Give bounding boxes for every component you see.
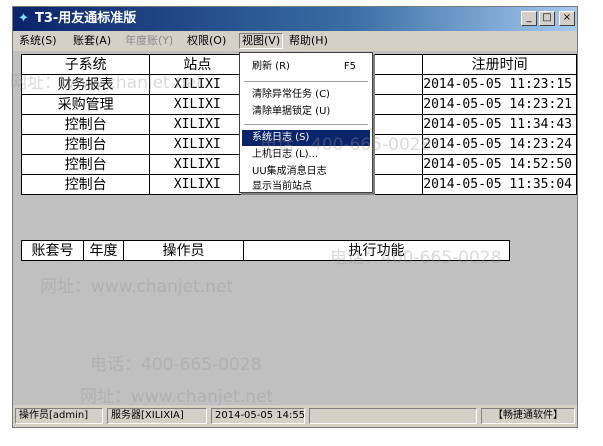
cell-subsystem: 控制台 [20, 114, 151, 135]
column-header-function[interactable]: 执行功能 [243, 240, 510, 261]
menu-item-clear-document-locks[interactable]: 清除单据锁定 (U) [242, 104, 370, 120]
cell-subsystem: 财务报表 [20, 74, 151, 95]
status-brand: 【畅捷通软件】 [481, 408, 575, 424]
cell-site: XILIXI [149, 154, 246, 175]
cell-register-time: 2014-05-05 14:52:50 [422, 154, 577, 175]
menu-item-label: UU集成消息日志 [252, 166, 327, 177]
column-header-register-time[interactable]: 注册时间 [422, 54, 577, 75]
maximize-button[interactable]: □ [539, 11, 555, 26]
status-operator: 操作员[admin] [15, 408, 103, 424]
view-menu-dropdown: 刷新 (R) F5 清除异常任务 (C) 清除单据锁定 (U) 系统日志 (S)… [239, 52, 373, 193]
cell-subsystem: 采购管理 [20, 94, 151, 115]
column-header-subsystem[interactable]: 子系统 [20, 54, 151, 75]
menu-item-shortcut: F5 [343, 61, 356, 72]
menu-item-label: 清除单据锁定 (U) [252, 106, 331, 117]
menu-item-system-log[interactable]: 系统日志 (S) [242, 130, 370, 146]
menu-item-label: 刷新 (R) [252, 61, 290, 72]
menu-item-show-current-site[interactable]: 显示当前站点 [242, 180, 370, 193]
cell-site: XILIXI [149, 174, 246, 195]
cell-subsystem: 控制台 [20, 134, 151, 155]
column-header-operator[interactable]: 操作员 [123, 240, 244, 261]
cell-site: XILIXI [149, 94, 246, 115]
tasks-table: 账套号 年度 操作员 执行功能 [21, 240, 510, 261]
menu-item-uu-message-log[interactable]: UU集成消息日志 [242, 164, 370, 180]
menu-annual-account[interactable]: 年度账(Y) [125, 34, 173, 48]
menu-view[interactable]: 视图(V) [239, 33, 284, 49]
column-header-site[interactable]: 站点 [149, 54, 246, 75]
status-server: 服务器[XILIXIA] [107, 408, 207, 424]
cell-register-time: 2014-05-05 11:35:04 [422, 174, 577, 195]
cell-subsystem: 控制台 [20, 154, 151, 175]
menu-system[interactable]: 系统(S) [19, 34, 57, 48]
menu-separator [244, 81, 368, 83]
app-logo-icon: ✦ [18, 11, 29, 26]
status-blank [309, 408, 477, 424]
menu-permissions[interactable]: 权限(O) [187, 34, 226, 48]
cell-site: XILIXI [149, 74, 246, 95]
menu-item-label: 上机日志 (L)... [252, 149, 319, 160]
menu-item-clear-abnormal-tasks[interactable]: 清除异常任务 (C) [242, 87, 370, 103]
status-datetime: 2014-05-05 14:55 [211, 408, 305, 424]
cell-register-time: 2014-05-05 14:23:21 [422, 94, 577, 115]
status-bar: 操作员[admin] 服务器[XILIXIA] 2014-05-05 14:55… [13, 405, 577, 427]
menu-separator [244, 124, 368, 126]
minimize-button[interactable]: _ [521, 11, 537, 26]
menu-account-set[interactable]: 账套(A) [73, 34, 111, 48]
menu-bar: 系统(S) 账套(A) 年度账(Y) 权限(O) 视图(V) 帮助(H) [13, 31, 577, 51]
menu-help[interactable]: 帮助(H) [289, 34, 328, 48]
cell-subsystem: 控制台 [20, 174, 151, 195]
menu-item-login-log[interactable]: 上机日志 (L)... [242, 147, 370, 163]
title-bar[interactable]: ✦ T3-用友通标准版 _ □ × [13, 7, 577, 31]
cell-site: XILIXI [149, 114, 246, 135]
cell-register-time: 2014-05-05 11:34:43 [422, 114, 577, 135]
menu-item-label: 清除异常任务 (C) [252, 89, 330, 100]
column-header-account-no[interactable]: 账套号 [21, 240, 84, 261]
tasks-header-row: 账套号 年度 操作员 执行功能 [21, 240, 510, 261]
app-window: ✦ T3-用友通标准版 _ □ × 系统(S) 账套(A) 年度账(Y) 权限(… [12, 6, 578, 428]
menu-item-label: 显示当前站点 [252, 181, 312, 192]
column-header-year[interactable]: 年度 [83, 240, 124, 261]
cell-register-time: 2014-05-05 11:23:15 [422, 74, 577, 95]
menu-item-label: 系统日志 (S) [252, 132, 310, 143]
cell-site: XILIXI [149, 134, 246, 155]
close-button[interactable]: × [559, 11, 575, 26]
menu-item-refresh[interactable]: 刷新 (R) F5 [242, 59, 370, 75]
window-title: T3-用友通标准版 [35, 11, 137, 26]
cell-register-time: 2014-05-05 14:23:24 [422, 134, 577, 155]
